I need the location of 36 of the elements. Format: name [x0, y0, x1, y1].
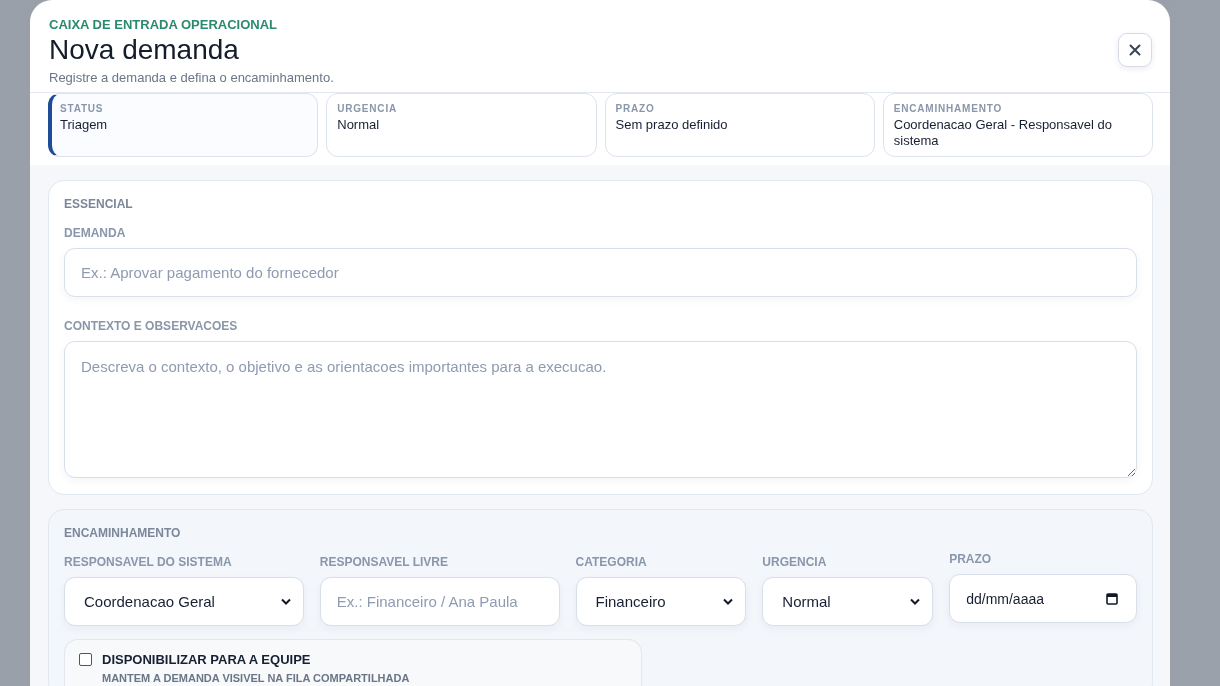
select-field[interactable]: Financeiro: [575, 577, 747, 626]
summary-value: Triagem: [60, 117, 109, 133]
select-field[interactable]: Coordenacao Geral: [64, 577, 304, 626]
close-button[interactable]: [1118, 33, 1152, 67]
section-title: ESSENCIAL: [64, 197, 134, 211]
textarea-field[interactable]: Descreva o contexto, o objetivo e as orientacoes importantes para a execucao.: [64, 341, 1137, 478]
summary-label: PRAZO: [615, 103, 656, 114]
input-field[interactable]: Ex.: Aprovar pagamento do fornecedor: [64, 248, 1137, 297]
dialog-title: Nova demanda: [49, 34, 240, 66]
summary-value: Sem prazo definido: [615, 117, 729, 133]
input-field[interactable]: Ex.: Financeiro / Ana Paula: [319, 577, 560, 626]
field-label: RESPONSAVEL DO SISTEMA: [64, 555, 233, 569]
summary-value: Coordenacao Geral - Responsavel do sistema: [893, 117, 1113, 149]
summary-value: Normal: [337, 117, 381, 133]
summary-label: STATUS: [60, 103, 105, 114]
summary-label: URGENCIA: [337, 103, 398, 114]
field-label: RESPONSAVEL LIVRE: [319, 555, 449, 569]
field-label: URGENCIA: [762, 555, 828, 569]
dialog-eyebrow: CAIXA DE ENTRADA OPERACIONAL: [49, 17, 278, 32]
checkbox-hint: MANTEM A DEMANDA VISIVEL NA FILA COMPARTILHADA: [102, 672, 410, 684]
chevron-down-icon: [280, 598, 291, 605]
section-title: ENCAMINHAMENTO: [64, 526, 182, 540]
field-label: PRAZO: [949, 552, 993, 566]
dialog-subtitle: Registre a demanda e defina o encaminhamento.: [49, 70, 334, 85]
summary-label: ENCAMINHAMENTO: [893, 103, 1003, 114]
field-label: CONTEXTO E OBSERVACOES: [64, 319, 239, 333]
field-label: CATEGORIA: [575, 555, 648, 569]
field-label: DEMANDA: [64, 226, 127, 240]
checkbox[interactable]: [79, 653, 92, 666]
close-icon: [1129, 44, 1141, 56]
checkbox-label: DISPONIBILIZAR PARA A EQUIPE: [102, 652, 312, 667]
select-field[interactable]: Normal: [762, 577, 934, 626]
chevron-down-icon: [723, 598, 734, 605]
calendar-icon: [1106, 592, 1118, 605]
chevron-down-icon: [910, 598, 921, 605]
date-field[interactable]: dd/mm/aaaa: [949, 574, 1137, 623]
